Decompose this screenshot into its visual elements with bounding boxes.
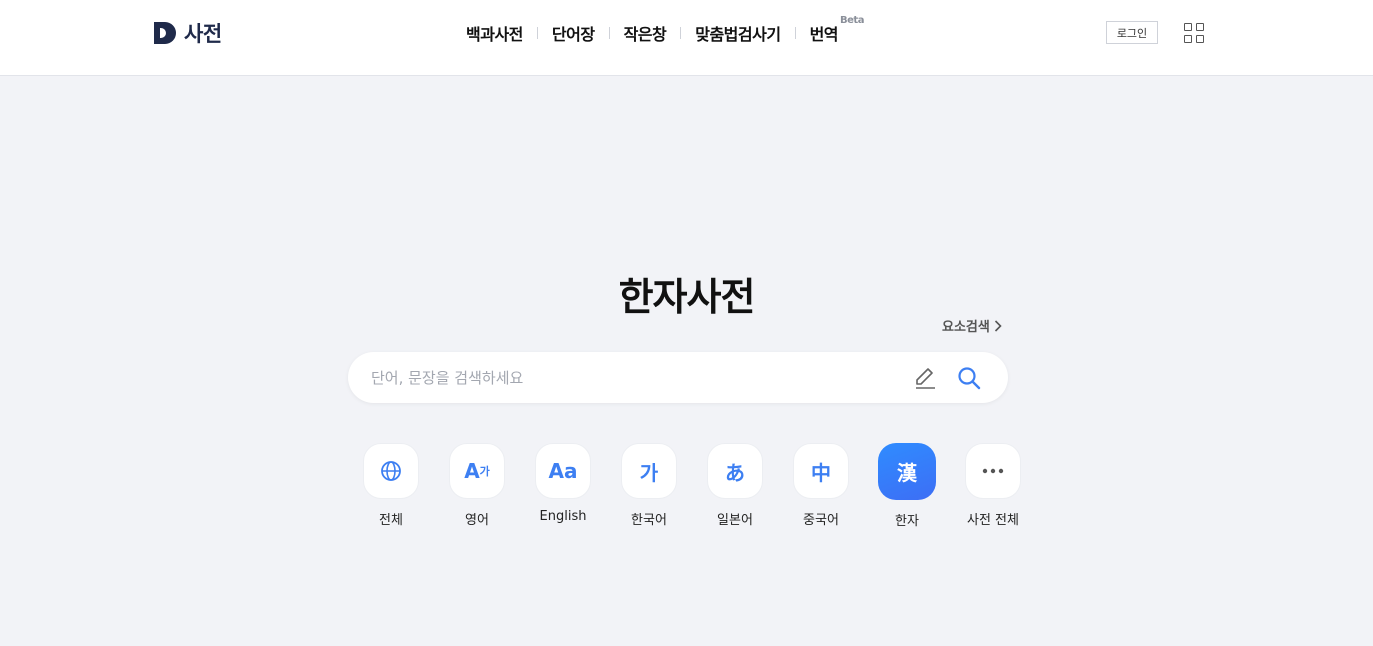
category-all[interactable]: 전체 bbox=[348, 443, 434, 529]
hanja-icon: 漢 bbox=[878, 443, 936, 500]
english-korean-icon: A가 bbox=[449, 443, 505, 499]
korean-icon: 가 bbox=[621, 443, 677, 499]
dictionary-categories: 전체 A가 영어 Aa English 가 한국어 あ 일본어 中 중국어 漢 … bbox=[348, 443, 1036, 529]
category-korean[interactable]: 가 한국어 bbox=[606, 443, 692, 529]
logo-d-icon bbox=[154, 22, 176, 44]
beta-badge: Beta bbox=[840, 15, 864, 26]
category-english[interactable]: Aa English bbox=[520, 443, 606, 529]
page-title: 한자사전 bbox=[618, 275, 756, 319]
category-label: 한국어 bbox=[631, 513, 667, 528]
category-label: 중국어 bbox=[803, 513, 839, 528]
category-english-korean[interactable]: A가 영어 bbox=[434, 443, 520, 529]
nav-divider bbox=[536, 27, 538, 39]
japanese-icon: あ bbox=[707, 443, 763, 499]
logo[interactable]: 사전 bbox=[154, 19, 222, 47]
category-label: English bbox=[539, 509, 587, 524]
category-label: 일본어 bbox=[717, 513, 753, 528]
search-icon[interactable] bbox=[956, 365, 982, 391]
nav-translate-label: 번역 bbox=[809, 25, 839, 44]
chinese-icon: 中 bbox=[793, 443, 849, 499]
nav-divider bbox=[608, 27, 610, 39]
category-label: 사전 전체 bbox=[967, 513, 1019, 528]
category-label: 영어 bbox=[465, 513, 489, 528]
nav-encyclopedia[interactable]: 백과사전 bbox=[466, 21, 523, 45]
category-chinese[interactable]: 中 중국어 bbox=[778, 443, 864, 529]
nav-divider bbox=[680, 27, 682, 39]
search-input[interactable] bbox=[371, 352, 891, 403]
category-japanese[interactable]: あ 일본어 bbox=[692, 443, 778, 529]
login-button[interactable]: 로그인 bbox=[1106, 21, 1158, 44]
apps-grid-icon[interactable] bbox=[1184, 23, 1204, 43]
nav-spell-checker[interactable]: 맞춤법검사기 bbox=[695, 21, 781, 45]
element-search-label: 요소검색 bbox=[942, 320, 990, 335]
top-nav: 백과사전 단어장 작은창 맞춤법검사기 번역Beta bbox=[466, 15, 865, 45]
category-label: 한자 bbox=[895, 514, 919, 529]
header: 사전 백과사전 단어장 작은창 맞춤법검사기 번역Beta 로그인 bbox=[0, 0, 1373, 76]
pen-icon[interactable] bbox=[912, 365, 938, 391]
chevron-right-icon bbox=[994, 319, 1002, 332]
nav-translate[interactable]: 번역Beta bbox=[809, 15, 865, 45]
search-box bbox=[348, 352, 1008, 403]
category-label: 전체 bbox=[379, 513, 403, 528]
nav-wordbook[interactable]: 단어장 bbox=[552, 21, 595, 45]
logo-text: 사전 bbox=[184, 22, 222, 46]
category-hanja[interactable]: 漢 한자 bbox=[864, 443, 950, 529]
english-icon: Aa bbox=[535, 443, 591, 499]
category-all-dictionaries[interactable]: 사전 전체 bbox=[950, 443, 1036, 529]
nav-divider bbox=[794, 27, 796, 39]
element-search-link[interactable]: 요소검색 bbox=[942, 316, 1002, 335]
globe-icon bbox=[363, 443, 419, 499]
nav-mini-window[interactable]: 작은창 bbox=[624, 21, 667, 45]
more-icon bbox=[965, 443, 1021, 499]
